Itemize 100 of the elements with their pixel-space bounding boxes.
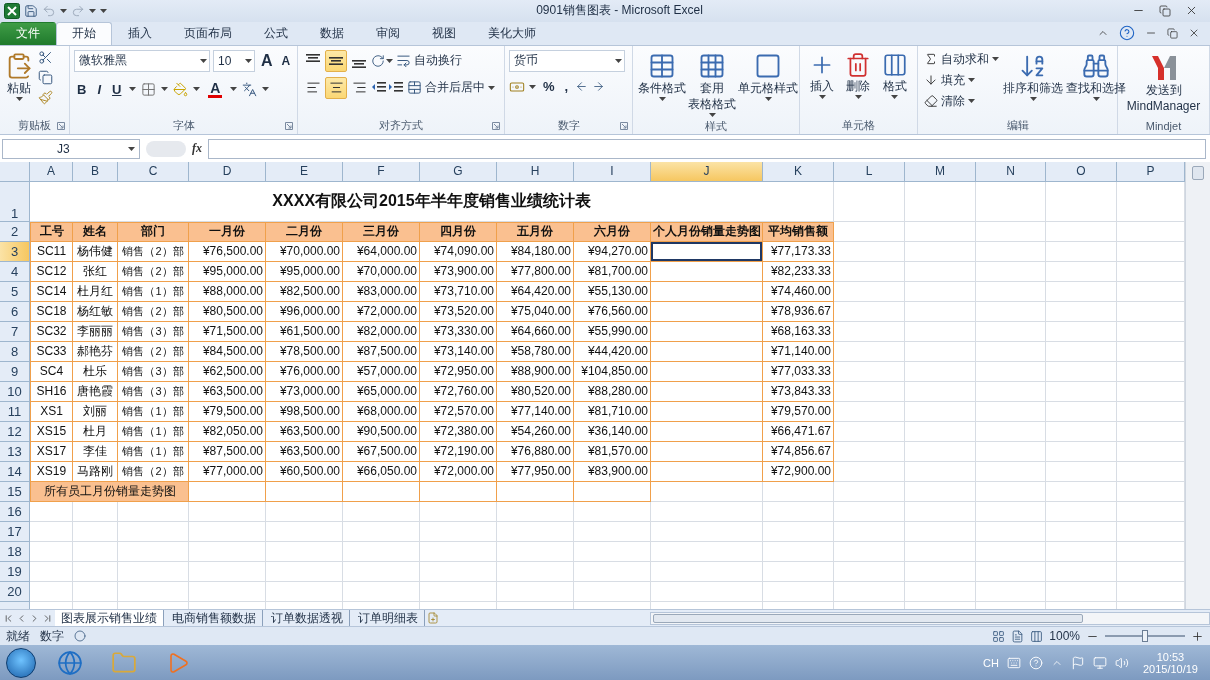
row-header[interactable]: 18	[0, 541, 30, 562]
sheet-tab[interactable]: 图表展示销售业绩	[55, 609, 164, 627]
flag-icon[interactable]	[1070, 655, 1085, 670]
grow-font-button[interactable]: A	[258, 51, 276, 70]
editing-large-button[interactable]: 排序和筛选	[1002, 49, 1064, 103]
editing-button[interactable]: 自动求和	[922, 49, 1001, 69]
column-header[interactable]: K	[763, 161, 834, 182]
last-sheet-icon[interactable]	[42, 612, 53, 624]
styles-button[interactable]: 套用 表格格式	[687, 49, 737, 119]
column-header[interactable]: G	[420, 161, 497, 182]
comma-button[interactable]: ,	[561, 79, 572, 95]
row-header[interactable]: 15	[0, 481, 30, 502]
ribbon-tab[interactable]: 插入	[112, 21, 168, 45]
browser-icon[interactable]	[57, 649, 83, 676]
column-header[interactable]: M	[905, 161, 976, 182]
decrease-decimal-icon[interactable]	[592, 80, 606, 94]
vertical-scrollbar[interactable]	[1185, 161, 1210, 610]
dialog-launcher-icon[interactable]	[492, 121, 500, 130]
fill-color-icon[interactable]	[173, 81, 189, 97]
ribbon-tab[interactable]: 页面布局	[168, 21, 248, 45]
row-header[interactable]: 19	[0, 561, 30, 582]
percent-button[interactable]: %	[540, 79, 558, 95]
column-header[interactable]: J	[651, 161, 763, 182]
editing-button[interactable]: 清除	[922, 91, 1001, 111]
row-header[interactable]: 4	[0, 261, 30, 282]
undo-icon[interactable]	[42, 3, 56, 18]
zoom-in-icon[interactable]	[1191, 629, 1204, 643]
row-header[interactable]: 8	[0, 341, 30, 362]
send-to-mindmanager-button[interactable]: 发送到 MindManager	[1125, 49, 1202, 116]
ribbon-tab[interactable]: 数据	[304, 21, 360, 45]
row-header[interactable]: 20	[0, 581, 30, 602]
underline-button[interactable]: U	[109, 81, 125, 97]
row-header[interactable]: 5	[0, 281, 30, 302]
macro-record-icon[interactable]	[74, 630, 86, 643]
insert-function-button[interactable]: fx	[192, 141, 202, 157]
row-header[interactable]: 16	[0, 501, 30, 522]
orientation-icon[interactable]	[371, 53, 385, 68]
restore-icon[interactable]	[1159, 4, 1171, 17]
font-size-field[interactable]: 10	[213, 49, 255, 72]
first-sheet-icon[interactable]	[3, 612, 14, 624]
row-header[interactable]: 2	[0, 221, 30, 242]
ribbon-tab[interactable]: 审阅	[360, 21, 416, 45]
ribbon-tab[interactable]: 文件	[0, 21, 56, 45]
row-header[interactable]: 11	[0, 401, 30, 422]
column-header[interactable]: I	[574, 161, 651, 182]
column-header[interactable]: P	[1117, 161, 1185, 182]
cells-button[interactable]: 插入	[808, 49, 837, 101]
active-cell[interactable]	[651, 241, 763, 262]
start-button[interactable]	[6, 647, 36, 678]
column-header[interactable]: B	[73, 161, 118, 182]
dialog-launcher-icon[interactable]	[285, 121, 293, 130]
column-header[interactable]: F	[343, 161, 420, 182]
styles-button[interactable]: 单元格样式	[737, 49, 799, 103]
zoom-slider-thumb[interactable]	[1142, 630, 1148, 643]
row-header[interactable]: 6	[0, 301, 30, 322]
row-header[interactable]: 13	[0, 441, 30, 462]
keyboard-icon[interactable]	[1006, 655, 1021, 670]
cells-button[interactable]: 删除	[844, 49, 873, 101]
name-box[interactable]: J3	[2, 138, 140, 159]
styles-button[interactable]: 条件格式	[637, 49, 687, 103]
copy-icon[interactable]	[38, 69, 53, 85]
font-color-button[interactable]: A	[205, 80, 226, 98]
dialog-launcher-icon[interactable]	[57, 121, 65, 130]
help-icon[interactable]	[1119, 25, 1135, 42]
zoom-level[interactable]: 100%	[1049, 629, 1080, 644]
horizontal-align-button[interactable]	[325, 76, 347, 99]
select-all-corner[interactable]	[0, 161, 30, 182]
normal-view-icon[interactable]	[992, 629, 1006, 643]
column-header[interactable]: D	[189, 161, 266, 182]
row-header[interactable]: 3	[0, 241, 30, 262]
wrap-text-button[interactable]: 自动换行	[394, 51, 464, 71]
column-header[interactable]: A	[30, 161, 73, 182]
column-header[interactable]: H	[497, 161, 574, 182]
vertical-align-button[interactable]	[325, 49, 347, 72]
row-header[interactable]: 17	[0, 521, 30, 542]
editing-button[interactable]: 填充	[922, 70, 1001, 90]
save-icon[interactable]	[24, 3, 38, 18]
phonetic-icon[interactable]	[242, 81, 258, 97]
spreadsheet-logo-icon[interactable]	[4, 2, 20, 19]
shrink-font-button[interactable]: A	[278, 53, 294, 68]
paste-button[interactable]: 粘贴	[4, 49, 34, 103]
row-header[interactable]: 14	[0, 461, 30, 482]
formula-bar-handle[interactable]	[146, 140, 186, 157]
format-painter-icon[interactable]	[38, 89, 53, 105]
row-header[interactable]: 12	[0, 421, 30, 442]
ribbon-tab[interactable]: 视图	[416, 21, 472, 45]
horizontal-scrollbar[interactable]	[650, 611, 1210, 625]
row-header[interactable]: 7	[0, 321, 30, 342]
column-header[interactable]: N	[976, 161, 1046, 182]
page-layout-icon[interactable]	[1011, 629, 1025, 643]
row-header[interactable]: 10	[0, 381, 30, 402]
insert-sheet-icon[interactable]	[427, 612, 439, 625]
borders-icon[interactable]	[141, 81, 157, 97]
italic-button[interactable]: I	[94, 81, 104, 97]
restore-icon[interactable]	[1167, 27, 1178, 39]
network-icon[interactable]	[1092, 655, 1107, 670]
formula-input[interactable]	[208, 138, 1206, 159]
merge-center-button[interactable]: 合并后居中	[405, 78, 497, 98]
column-header[interactable]: E	[266, 161, 343, 182]
column-header[interactable]: C	[118, 161, 189, 182]
